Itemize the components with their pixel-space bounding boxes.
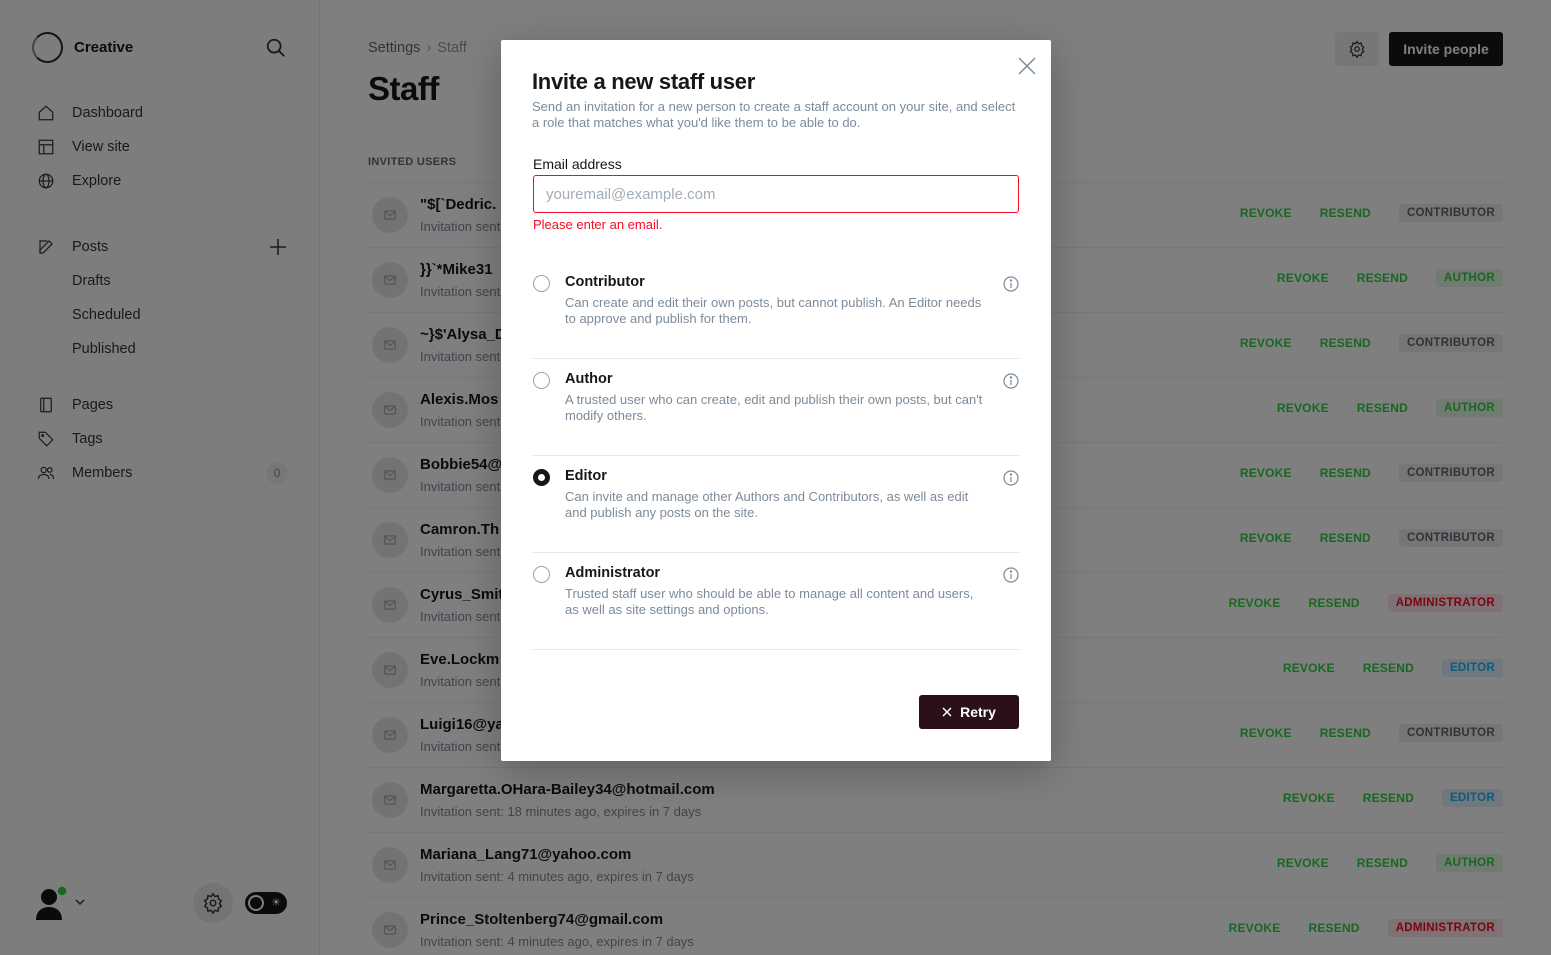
role-name: Author — [565, 371, 613, 387]
role-radio[interactable] — [533, 372, 550, 389]
role-radio[interactable] — [533, 275, 550, 292]
info-icon[interactable] — [1003, 373, 1019, 389]
role-radio[interactable] — [533, 469, 550, 486]
role-name: Administrator — [565, 565, 661, 581]
role-option-contributor[interactable]: Contributor Can create and edit their own… — [533, 262, 1019, 359]
info-icon[interactable] — [1003, 470, 1019, 486]
role-option-administrator[interactable]: Administrator Trusted staff user who shou… — [533, 553, 1019, 650]
email-label: Email address — [533, 156, 622, 172]
role-description: Trusted staff user who should be able to… — [565, 586, 974, 617]
role-radio[interactable] — [533, 566, 550, 583]
info-icon[interactable] — [1003, 567, 1019, 583]
role-description: A trusted user who can create, edit and … — [565, 392, 983, 423]
retry-label: Retry — [960, 704, 996, 720]
info-icon[interactable] — [1003, 276, 1019, 292]
modal-title: Invite a new staff user — [532, 69, 755, 94]
modal-description: Send an invitation for a new person to c… — [532, 99, 1016, 130]
email-error: Please enter an email. — [533, 217, 663, 232]
close-icon — [942, 707, 952, 717]
role-option-author[interactable]: Author A trusted user who can create, edi… — [533, 359, 1019, 456]
role-name: Editor — [565, 468, 607, 484]
role-options: Contributor Can create and edit their own… — [533, 262, 1019, 650]
role-description: Can invite and manage other Authors and … — [565, 489, 969, 520]
role-name: Contributor — [565, 274, 645, 290]
role-option-editor[interactable]: Editor Can invite and manage other Author… — [533, 456, 1019, 553]
email-field[interactable] — [533, 175, 1019, 213]
role-description: Can create and edit their own posts, but… — [565, 295, 982, 326]
invite-modal: Invite a new staff user Send an invitati… — [501, 40, 1051, 761]
close-icon[interactable] — [1017, 56, 1037, 76]
retry-button[interactable]: Retry — [919, 695, 1019, 729]
